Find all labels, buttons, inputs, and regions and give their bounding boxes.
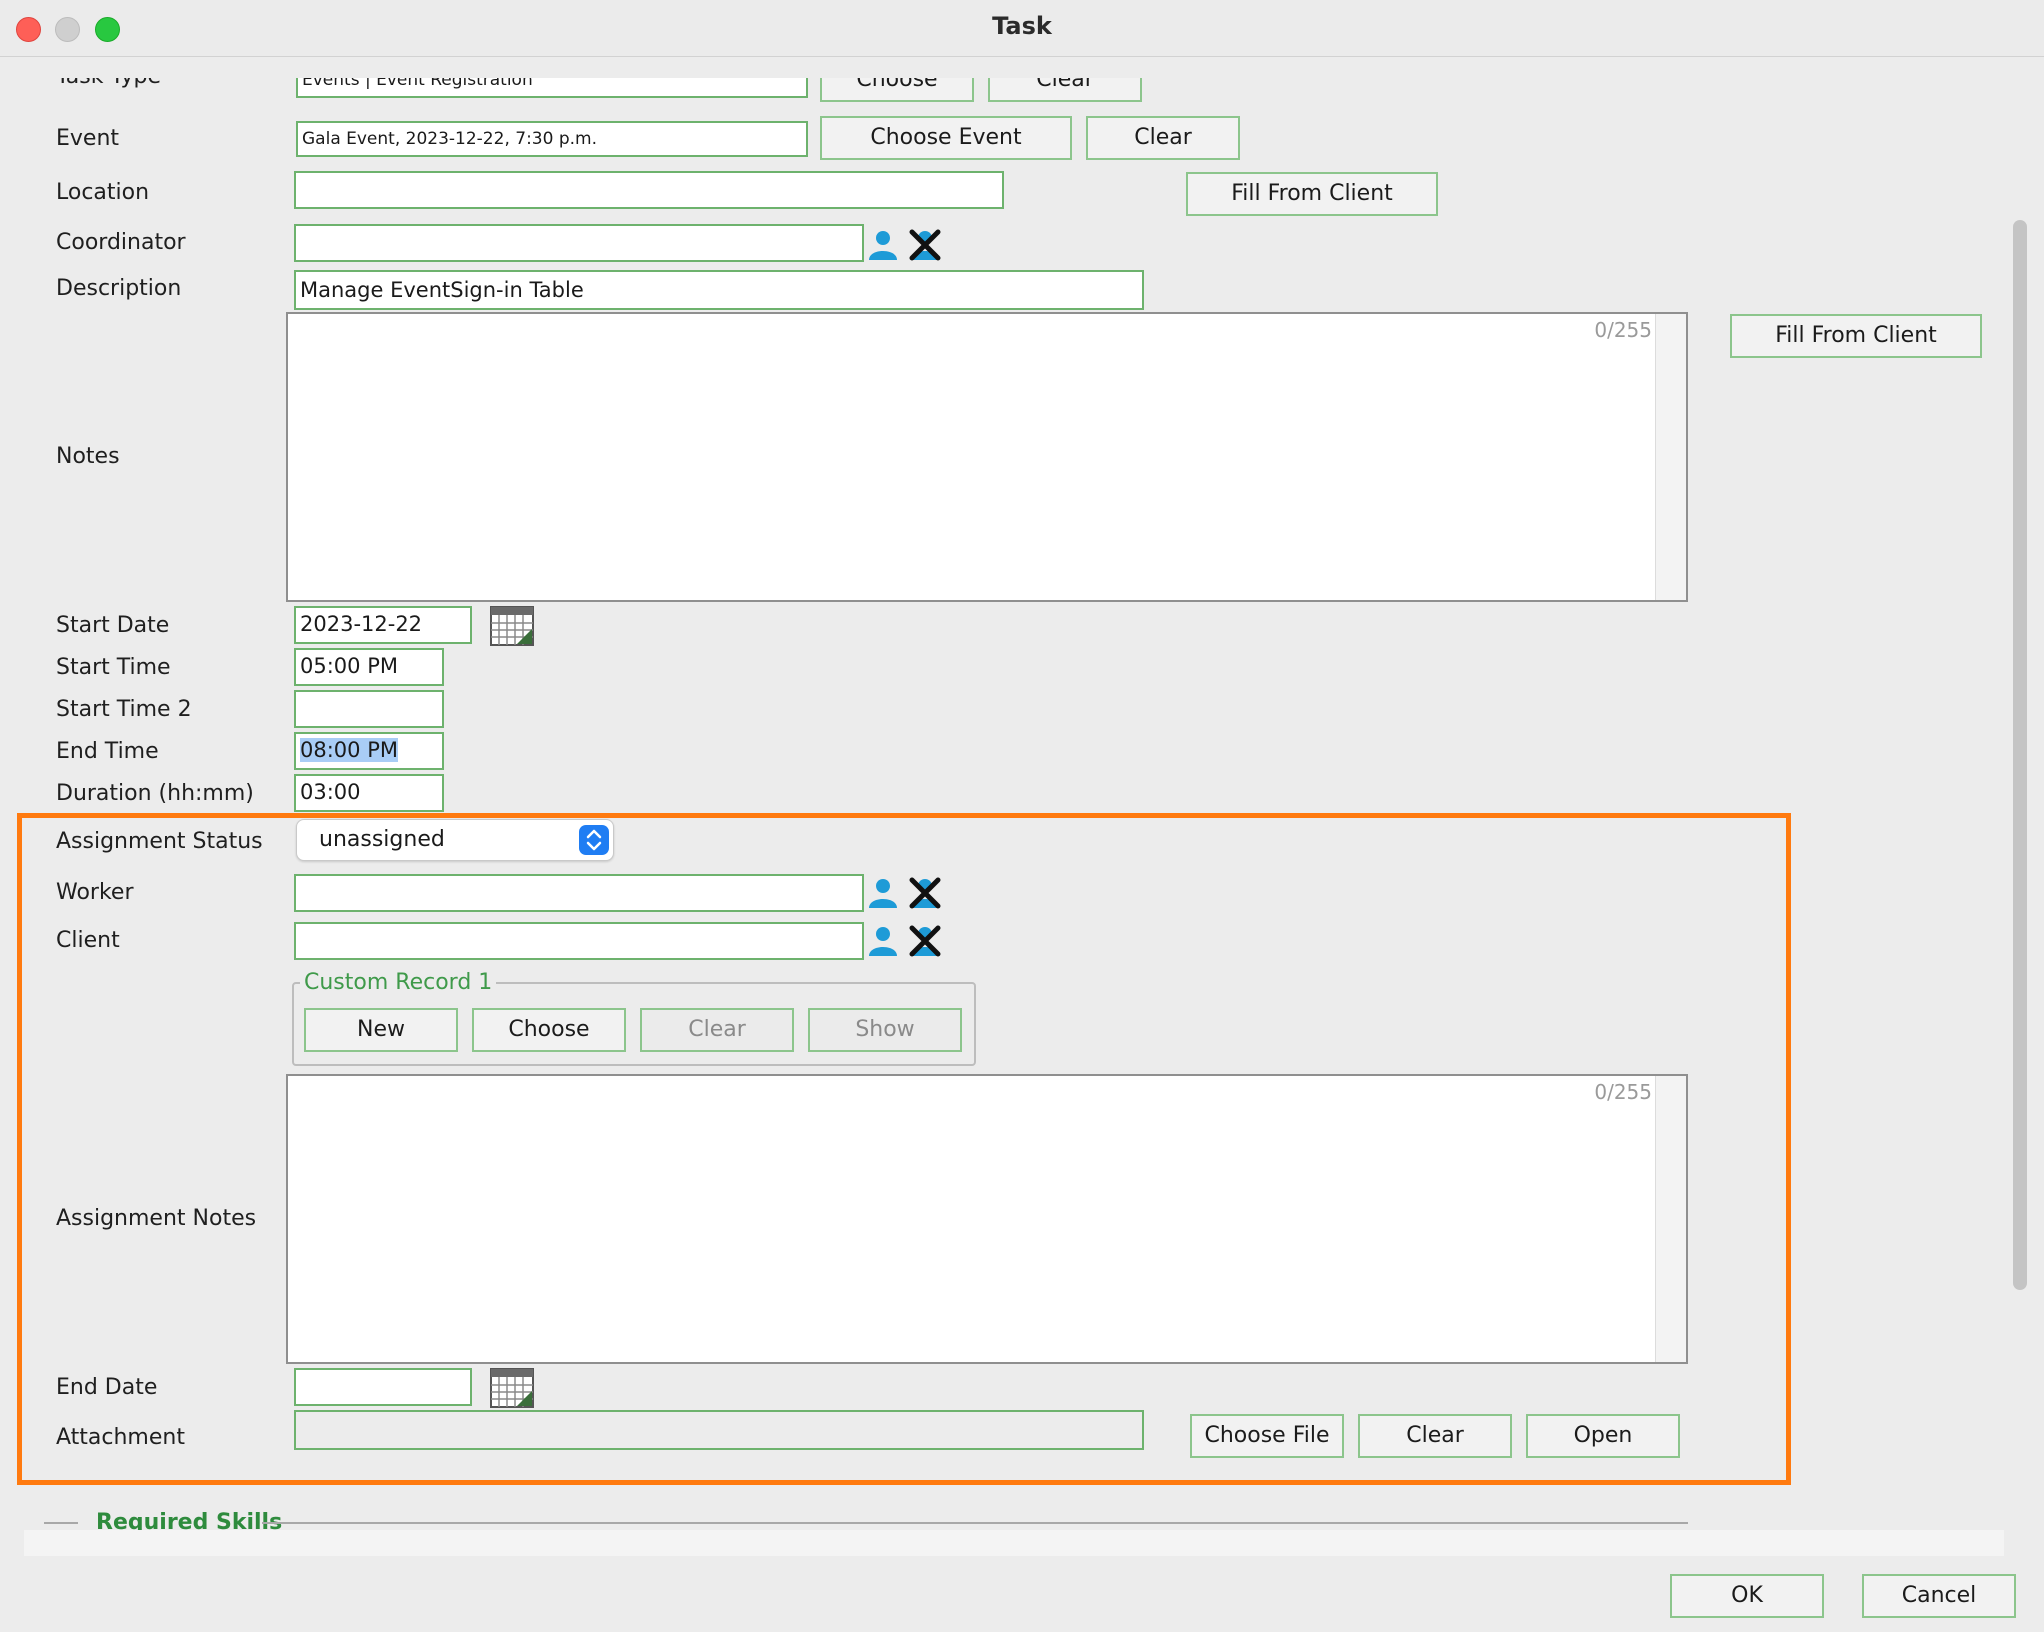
start-date-calendar-icon[interactable] bbox=[490, 606, 534, 646]
title-bar: Task bbox=[0, 0, 2044, 57]
notes-fill-from-client-button[interactable]: Fill From Client bbox=[1730, 314, 1982, 358]
task-type-choose-button[interactable]: Choose bbox=[820, 78, 974, 102]
task-form: Task Type Events | Event Registration Ch… bbox=[0, 78, 2010, 1538]
location-fill-from-client-button[interactable]: Fill From Client bbox=[1186, 172, 1438, 216]
coordinator-label: Coordinator bbox=[56, 230, 186, 255]
end-time-label: End Time bbox=[56, 739, 159, 764]
choose-event-button[interactable]: Choose Event bbox=[820, 116, 1072, 160]
location-label: Location bbox=[56, 180, 150, 205]
form-scroll-area: Task Type Events | Event Registration Ch… bbox=[0, 78, 2010, 1538]
form-scrollbar-thumb[interactable] bbox=[2013, 220, 2027, 1290]
event-label: Event bbox=[56, 126, 120, 151]
coordinator-field[interactable] bbox=[294, 224, 864, 262]
task-type-label: Task Type bbox=[56, 78, 161, 89]
notes-scrollbar[interactable] bbox=[1655, 314, 1686, 600]
start-date-field[interactable]: 2023-12-22 bbox=[294, 606, 472, 644]
notes-textarea[interactable]: 0/255 bbox=[286, 312, 1688, 602]
location-field[interactable] bbox=[294, 171, 1004, 209]
duration-field[interactable]: 03:00 bbox=[294, 774, 444, 812]
start-time-label: Start Time bbox=[56, 655, 171, 680]
start-time-field[interactable]: 05:00 PM bbox=[294, 648, 444, 686]
notes-label: Notes bbox=[56, 444, 120, 469]
start-time-2-field[interactable] bbox=[294, 690, 444, 728]
start-time-2-label: Start Time 2 bbox=[56, 697, 192, 722]
cancel-button[interactable]: Cancel bbox=[1862, 1574, 2016, 1618]
task-type-clear-button[interactable]: Clear bbox=[988, 78, 1142, 102]
skills-divider-left bbox=[44, 1522, 78, 1524]
event-field[interactable]: Gala Event, 2023-12-22, 7:30 p.m. bbox=[296, 121, 808, 157]
assignment-section-highlight bbox=[17, 813, 1791, 1485]
form-bottom-edge bbox=[24, 1530, 2004, 1556]
person-select-icon[interactable] bbox=[866, 228, 900, 262]
description-field[interactable]: Manage EventSign-in Table bbox=[294, 270, 1144, 310]
window-title: Task bbox=[992, 12, 1052, 40]
person-clear-icon[interactable] bbox=[906, 228, 944, 262]
end-time-selected-text: 08:00 PM bbox=[300, 738, 398, 762]
duration-label: Duration (hh:mm) bbox=[56, 781, 254, 806]
ok-button[interactable]: OK bbox=[1670, 1574, 1824, 1618]
skills-divider-right bbox=[262, 1522, 1688, 1524]
task-type-field[interactable]: Events | Event Registration bbox=[296, 78, 808, 98]
event-clear-button[interactable]: Clear bbox=[1086, 116, 1240, 160]
start-date-label: Start Date bbox=[56, 613, 170, 638]
end-time-field[interactable]: 08:00 PM bbox=[294, 732, 444, 770]
notes-char-counter: 0/255 bbox=[1594, 318, 1652, 342]
description-label: Description bbox=[56, 276, 182, 301]
